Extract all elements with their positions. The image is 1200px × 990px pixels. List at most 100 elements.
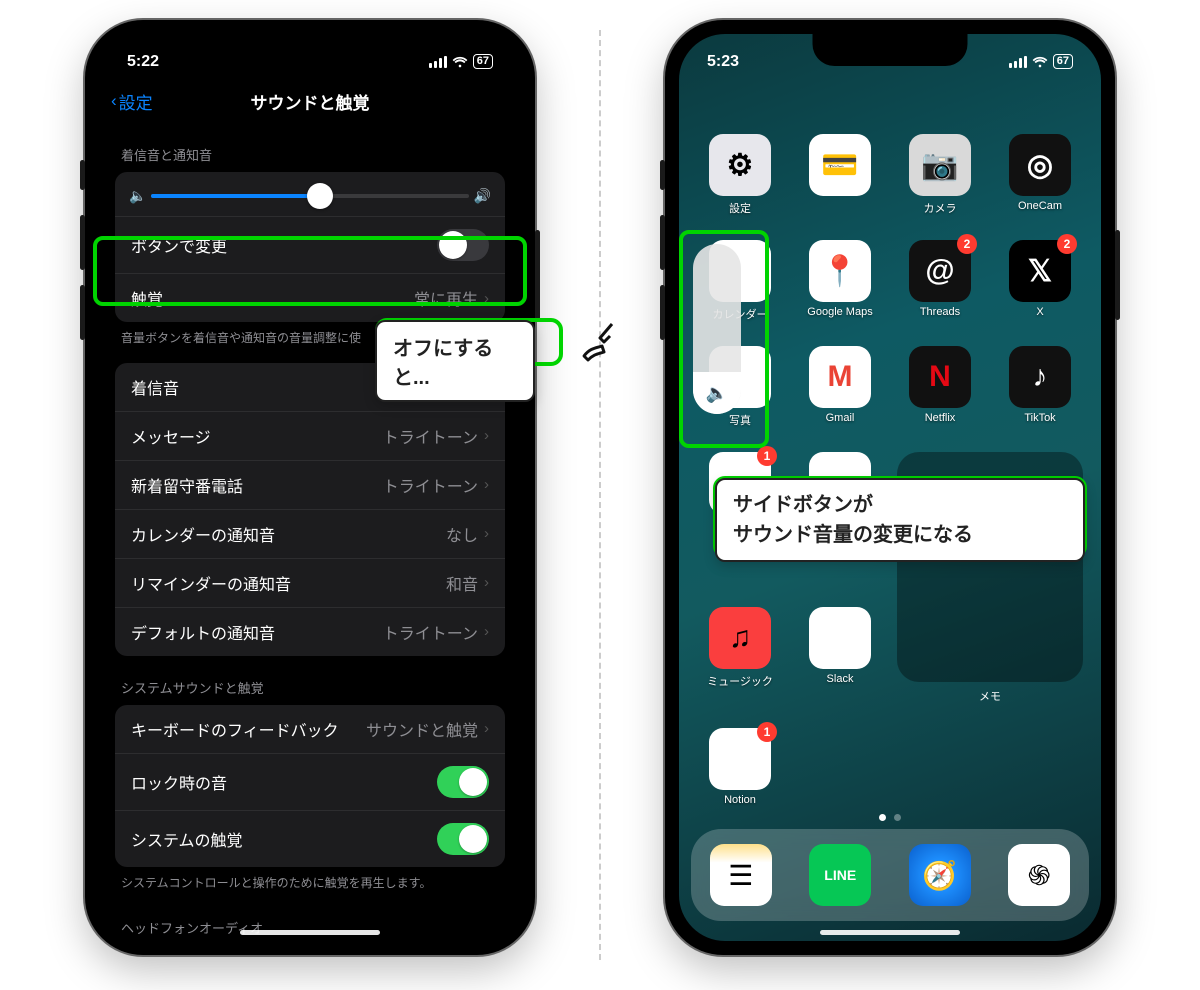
app-カメラ[interactable]: 📷カメラ [897, 134, 983, 216]
app-label: Notion [724, 794, 756, 806]
app-label: カメラ [924, 200, 957, 216]
row-label: デフォルトの通知音 [131, 620, 275, 644]
row-value: 和音 [446, 571, 478, 595]
chevron-right-icon: › [484, 290, 489, 307]
row-default-alert[interactable]: デフォルトの通知音 トライトーン › [115, 607, 505, 656]
app-ミュージック[interactable]: ♫ミュージック [697, 607, 783, 704]
callout-right: サイドボタンが サウンド音量の変更になる [715, 478, 1085, 562]
chevron-right-icon: › [484, 525, 489, 542]
battery-icon: 67 [473, 54, 493, 69]
dock: ☰ LINE 🧭 ֍ [691, 829, 1089, 921]
app-Google Maps[interactable]: 📍Google Maps [797, 240, 883, 322]
dock-app-line[interactable]: LINE [809, 844, 871, 906]
status-bar: 5:22 67 [99, 34, 521, 79]
app-label: X [1036, 306, 1043, 318]
toggle-lock-sound[interactable] [437, 766, 489, 798]
chevron-right-icon: › [484, 720, 489, 737]
section-header-ringer: 着信音と通知音 [99, 123, 521, 172]
app-OneCam[interactable]: ◎OneCam [997, 134, 1083, 216]
home-indicator[interactable] [820, 930, 960, 935]
ringer-volume-slider[interactable]: 🔈 🔊 [115, 172, 505, 216]
row-label: ボタンで変更 [131, 233, 227, 257]
app-label: ミュージック [707, 673, 773, 689]
back-button[interactable]: ‹ 設定 [111, 89, 153, 114]
row-change-with-buttons[interactable]: ボタンで変更 [115, 216, 505, 273]
app-label: OneCam [1018, 200, 1062, 212]
phone-left: 5:22 67 ‹ 設定 サウンドと触覚 着信音と通知音 [85, 20, 535, 955]
row-label: メッセージ [131, 424, 211, 448]
speaker-low-icon: 🔈 [129, 188, 146, 205]
app-Netflix[interactable]: NNetflix [897, 346, 983, 428]
chevron-right-icon: › [484, 476, 489, 493]
toggle-system-haptics[interactable] [437, 823, 489, 855]
home-grid: ⚙︎設定💳📷カメラ◎OneCam31カレンダー📍Google Maps@2Thr… [697, 134, 1083, 806]
badge: 2 [1057, 234, 1077, 254]
row-value: トライトーン [383, 620, 478, 644]
row-label: ロック時の音 [131, 770, 227, 794]
row-system-haptics[interactable]: システムの触覚 [115, 810, 505, 867]
section-footer: システムコントロールと操作のために触覚を再生します。 [99, 867, 521, 896]
chevron-right-icon: › [484, 623, 489, 640]
page-dots[interactable] [879, 814, 901, 821]
badge: 1 [757, 722, 777, 742]
row-label: カレンダーの通知音 [131, 522, 275, 546]
app-label: Netflix [925, 412, 956, 424]
app-TikTok[interactable]: ♪TikTok [997, 346, 1083, 428]
row-message[interactable]: メッセージ トライトーン › [115, 411, 505, 460]
badge: 1 [757, 446, 777, 466]
status-bar: 5:23 67 [679, 34, 1101, 79]
dock-app-notes[interactable]: ☰ [710, 844, 772, 906]
page-title: サウンドと触覚 [251, 89, 370, 114]
app-Notion[interactable]: N1Notion [697, 728, 783, 806]
app-label: TikTok [1024, 412, 1055, 424]
app-label: 設定 [729, 200, 751, 216]
chevron-right-icon: › [484, 427, 489, 444]
row-value: 常に再生 [414, 286, 478, 310]
signal-icon [429, 56, 447, 68]
row-value: サウンドと触覚 [366, 717, 478, 741]
row-keyboard-feedback[interactable]: キーボードのフィードバック サウンドと触覚 › [115, 705, 505, 753]
row-value: トライトーン [383, 424, 478, 448]
toggle-change-with-buttons[interactable] [437, 229, 489, 261]
row-voicemail[interactable]: 新着留守番電話 トライトーン› [115, 460, 505, 509]
app-Threads[interactable]: @2Threads [897, 240, 983, 322]
app-icon[interactable]: 💳 [797, 134, 883, 216]
app-label: Threads [920, 306, 960, 318]
dock-app-safari[interactable]: 🧭 [909, 844, 971, 906]
row-label: システムの触覚 [131, 827, 243, 851]
row-haptics[interactable]: 触覚 常に再生 › [115, 273, 505, 322]
dock-app-chatgpt[interactable]: ֍ [1008, 844, 1070, 906]
row-label: リマインダーの通知音 [131, 571, 291, 595]
callout-left: オフにすると... [375, 320, 535, 402]
wifi-icon [1032, 56, 1048, 68]
chevron-left-icon: ‹ [111, 91, 117, 111]
volume-hud: 🔈 [693, 244, 741, 414]
status-time: 5:22 [127, 53, 159, 71]
home-indicator[interactable] [240, 930, 380, 935]
app-設定[interactable]: ⚙︎設定 [697, 134, 783, 216]
app-label: 写真 [729, 412, 751, 428]
battery-icon: 67 [1053, 54, 1073, 69]
row-reminder-alert[interactable]: リマインダーの通知音 和音 › [115, 558, 505, 607]
row-label: 触覚 [131, 286, 163, 310]
app-Gmail[interactable]: MGmail [797, 346, 883, 428]
app-Slack[interactable]: Slack [797, 607, 883, 704]
phone-right: 5:23 67 🔈 ⚙︎設定💳📷カメラ◎OneCam31カレンダー📍Google… [665, 20, 1115, 955]
screen-settings: 5:22 67 ‹ 設定 サウンドと触覚 着信音と通知音 [99, 34, 521, 941]
app-label: Slack [827, 673, 854, 685]
row-label: キーボードのフィードバック [131, 717, 339, 741]
chevron-right-icon: › [484, 574, 489, 591]
row-calendar-alert[interactable]: カレンダーの通知音 なし › [115, 509, 505, 558]
back-label: 設定 [119, 89, 153, 114]
memo-label: メモ [897, 688, 1083, 704]
app-label: Gmail [826, 412, 855, 424]
app-X[interactable]: 𝕏2X [997, 240, 1083, 322]
app-label: Google Maps [807, 306, 872, 318]
section-header-system: システムサウンドと触覚 [99, 656, 521, 705]
pointer-hand-icon [576, 320, 624, 378]
divider [599, 30, 601, 960]
speaker-icon: 🔈 [706, 383, 728, 404]
speaker-high-icon: 🔊 [474, 188, 491, 205]
row-value: なし [446, 522, 478, 546]
row-lock-sound[interactable]: ロック時の音 [115, 753, 505, 810]
